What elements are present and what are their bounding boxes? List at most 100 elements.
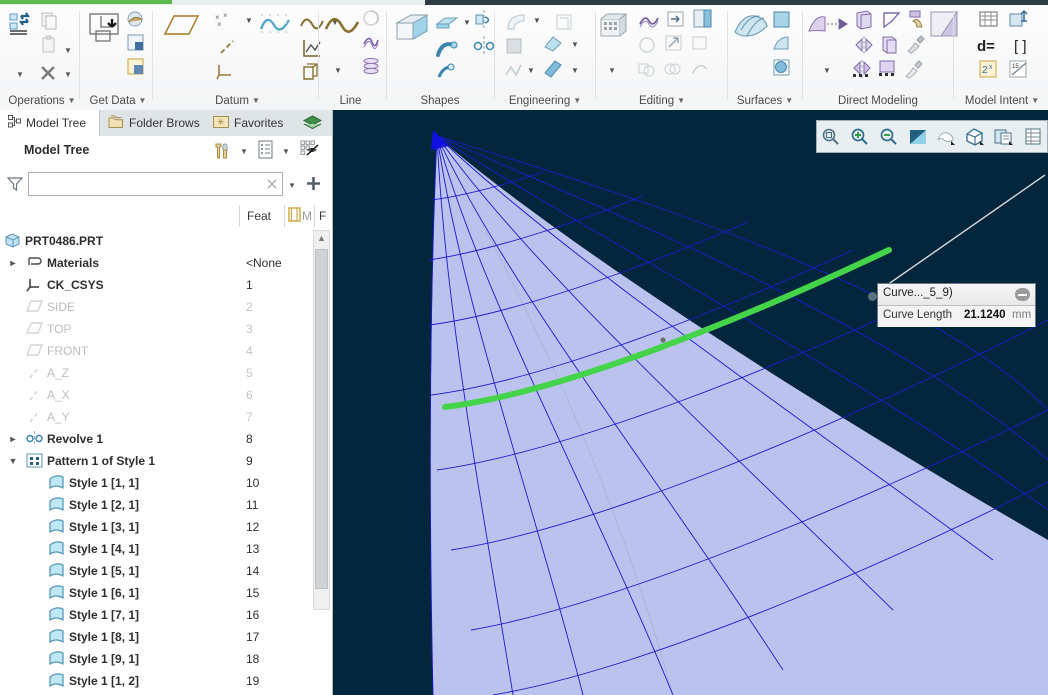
- tab-folder-browser[interactable]: Folder Brows: [100, 110, 205, 136]
- tree-row[interactable]: Style 1 [3, 1] 12: [0, 516, 332, 538]
- zoom-in-icon[interactable]: [846, 121, 875, 152]
- graph-icon[interactable]: [301, 37, 323, 62]
- revolve-shape-icon[interactable]: [473, 9, 495, 34]
- pattern-recognize-icon[interactable]: [851, 58, 873, 83]
- model-tree-list[interactable]: PRT0486.PRT ► Materials <None CK_CSYS 1 SIDE 2 T…: [0, 230, 332, 695]
- feature-info-icon[interactable]: 15: [1008, 59, 1032, 84]
- tree-filters-icon[interactable]: [300, 140, 322, 163]
- datum-axis-icon[interactable]: [217, 37, 237, 60]
- thicken-icon[interactable]: [692, 8, 714, 33]
- column-header-m[interactable]: M: [302, 209, 312, 223]
- expand-toggle-icon[interactable]: ►: [8, 434, 18, 444]
- round-dropdown-caret[interactable]: ▼: [533, 17, 541, 25]
- sketch-curve-icon[interactable]: [259, 11, 291, 40]
- pattern-icon[interactable]: [598, 11, 630, 44]
- tree-row[interactable]: A_Y 7: [0, 406, 332, 428]
- filter-dropdown-caret[interactable]: ▼: [288, 182, 296, 190]
- display-list-icon[interactable]: [257, 140, 275, 163]
- round-icon[interactable]: [505, 11, 529, 36]
- circle-arc-icon[interactable]: [362, 9, 380, 30]
- tree-row[interactable]: Style 1 [1, 1] 10: [0, 472, 332, 494]
- tree-row[interactable]: PRT0486.PRT: [0, 230, 332, 252]
- tree-row[interactable]: Style 1 [4, 1] 13: [0, 538, 332, 560]
- tree-filter-box[interactable]: [28, 172, 283, 196]
- paste-icon[interactable]: [40, 35, 60, 58]
- tree-row[interactable]: Style 1 [9, 1] 18: [0, 648, 332, 670]
- shrinkwrap-icon[interactable]: [126, 10, 146, 33]
- ribbon-group-label[interactable]: Operations ▼: [0, 95, 84, 107]
- curve-length-callout[interactable]: Curve..._5_9) Curve Length 21.1240 mm: [877, 283, 1036, 327]
- tree-row[interactable]: Style 1 [8, 1] 17: [0, 626, 332, 648]
- flexible-move-icon[interactable]: [807, 11, 849, 42]
- operations-dropdown-caret[interactable]: ▼: [16, 71, 24, 79]
- mirror-shape-icon[interactable]: [473, 35, 495, 60]
- column-header-f[interactable]: F: [319, 209, 326, 223]
- freeform-curve-icon[interactable]: [362, 32, 380, 53]
- line-dropdown-caret[interactable]: ▼: [334, 67, 342, 75]
- tree-row[interactable]: FRONT 4: [0, 340, 332, 362]
- paint-brush-icon[interactable]: [905, 34, 927, 59]
- layers-icon[interactable]: [302, 115, 323, 135]
- project-icon[interactable]: [638, 11, 660, 34]
- collapse-toggle-icon[interactable]: ▼: [8, 456, 18, 466]
- paint-surface-icon[interactable]: [907, 8, 929, 33]
- boundary-blend-icon[interactable]: [732, 10, 770, 47]
- chamfer-dropdown-caret[interactable]: ▼: [571, 41, 579, 49]
- style-curve-icon[interactable]: [324, 13, 360, 40]
- settings-dropdown-caret[interactable]: ▼: [240, 148, 248, 156]
- extend-icon[interactable]: [664, 33, 684, 56]
- layers-view-icon[interactable]: [1018, 121, 1047, 152]
- repaint-icon[interactable]: [903, 121, 932, 152]
- datum-csys-icon[interactable]: [215, 61, 237, 86]
- callout-property-value[interactable]: 21.1240: [964, 309, 1006, 321]
- extrude-icon[interactable]: [393, 11, 433, 50]
- tree-filter-input[interactable]: [32, 174, 266, 196]
- ribbon-group-label[interactable]: Get Data ▼: [82, 95, 154, 107]
- dimension-equals-icon[interactable]: d=: [976, 36, 1002, 59]
- direct-modeling-dropdown-caret[interactable]: ▼: [823, 67, 831, 75]
- merge-inheritance-icon[interactable]: [126, 57, 146, 80]
- solidify-icon[interactable]: [662, 59, 682, 82]
- delete-dropdown-caret[interactable]: ▼: [64, 71, 72, 79]
- trim-icon[interactable]: [666, 9, 686, 32]
- move-solid-icon[interactable]: [853, 9, 875, 34]
- reference-icon[interactable]: [301, 61, 323, 86]
- paint-brush-2-icon[interactable]: [903, 58, 925, 83]
- relations-icon[interactable]: [1008, 8, 1032, 33]
- scrollbar-thumb[interactable]: [315, 249, 328, 589]
- tab-model-tree[interactable]: Model Tree: [0, 110, 100, 136]
- ribbon-group-label[interactable]: Engineering ▼: [497, 95, 593, 107]
- import-icon[interactable]: [88, 11, 126, 52]
- graphics-viewport[interactable]: 野火论坛 www.proewildfire.cn: [333, 110, 1048, 695]
- scroll-up-arrow[interactable]: ▲: [317, 233, 326, 243]
- fill-surface-icon[interactable]: [772, 10, 792, 33]
- brackets-icon[interactable]: [ ]: [1012, 36, 1036, 59]
- sweep-icon[interactable]: [435, 14, 459, 35]
- datum-coordinate-stack-icon[interactable]: [362, 57, 380, 80]
- tree-vertical-scrollbar[interactable]: ▲: [313, 230, 330, 610]
- settings-tools-icon[interactable]: [212, 141, 232, 164]
- edit-boundary-icon[interactable]: [881, 9, 903, 34]
- copy-icon[interactable]: [40, 11, 60, 34]
- helical-sweep-icon[interactable]: [435, 61, 457, 86]
- regenerate-copy-icon[interactable]: [8, 11, 34, 40]
- ribbon-group-label[interactable]: Model Intent ▼: [956, 95, 1048, 107]
- expand-toggle-icon[interactable]: ►: [8, 258, 18, 268]
- hole-icon[interactable]: [541, 57, 565, 82]
- tree-row[interactable]: A_X 6: [0, 384, 332, 406]
- saved-views-icon[interactable]: [990, 121, 1019, 152]
- mirror-solid-icon[interactable]: [853, 34, 875, 59]
- tree-row[interactable]: TOP 3: [0, 318, 332, 340]
- copy-geometry-icon[interactable]: [126, 33, 146, 56]
- switch-dimensions-icon[interactable]: 2 x: [978, 59, 1000, 84]
- hole-dropdown-caret[interactable]: ▼: [571, 67, 579, 75]
- display-style-icon[interactable]: [932, 121, 961, 152]
- minimize-icon[interactable]: [1015, 288, 1030, 301]
- clear-filter-icon[interactable]: [266, 178, 278, 193]
- intersect-icon[interactable]: [638, 35, 658, 58]
- sweep-dropdown-caret[interactable]: ▼: [463, 19, 471, 27]
- style-surface-icon[interactable]: [772, 34, 792, 57]
- wrap-icon[interactable]: [690, 59, 710, 82]
- tree-row[interactable]: Style 1 [1, 2] 19: [0, 670, 332, 692]
- filter-funnel-icon[interactable]: [6, 176, 24, 195]
